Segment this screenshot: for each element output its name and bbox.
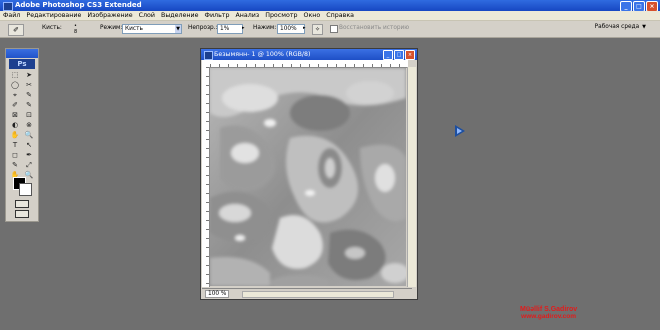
opacity-label: Непрозр.: (188, 25, 218, 31)
tools-panel: Ps ⬚ ➤ ◯ ✂ ⌖ ✎ ✐ ✎ ⊠ ⊡ ◐ ⊗ ✋ 🔍 T ↖ ◻ ✒ ✎… (5, 48, 39, 222)
opacity-arrow-icon[interactable]: ▸ (242, 25, 245, 31)
zoom-level[interactable]: 100 % (205, 290, 230, 298)
mode-select[interactable]: Кисть ▼ (122, 24, 182, 34)
quick-mask-icon[interactable] (15, 200, 29, 208)
workspace-button[interactable]: Рабочая среда ▼ (595, 24, 646, 30)
magic-wand-tool-icon[interactable]: ⌖ (8, 91, 22, 100)
menu-file[interactable]: Файл (0, 11, 23, 20)
document-minimize-button[interactable]: _ (383, 50, 393, 60)
menu-layer[interactable]: Слой (136, 11, 158, 20)
horizontal-ruler[interactable] (210, 60, 408, 68)
ruler-origin[interactable] (202, 60, 210, 67)
marquee-tool-icon[interactable]: ⬚ (8, 71, 22, 80)
flow-arrow-icon[interactable]: ▸ (303, 25, 306, 31)
healing-brush-tool-icon[interactable]: ✐ (8, 101, 22, 110)
background-color-swatch[interactable] (19, 183, 32, 196)
slice-tool-icon[interactable]: ✎ (22, 91, 36, 100)
blur-tool-icon[interactable]: 🔍 (22, 131, 36, 140)
menu-analysis[interactable]: Анализ (232, 11, 262, 20)
airbrush-icon[interactable]: ✧ (312, 24, 323, 35)
gradient-tool-icon[interactable]: ✋ (8, 131, 22, 140)
menu-window[interactable]: Окно (301, 11, 324, 20)
move-tool-icon[interactable]: ➤ (22, 71, 36, 80)
shape-tool-icon[interactable]: ◻ (8, 151, 22, 160)
mode-select-value: Кисть (125, 26, 143, 32)
menu-filter[interactable]: Фильтр (202, 11, 233, 20)
mode-label: Режим: (100, 25, 123, 31)
history-checkbox[interactable] (330, 25, 338, 33)
eraser-tool-icon[interactable]: ⊗ (22, 121, 36, 130)
document-canvas[interactable] (210, 68, 406, 286)
brush-label: Кисть: (42, 25, 62, 31)
crop-tool-icon[interactable]: ✂ (22, 81, 36, 90)
tools-panel-header[interactable] (6, 49, 38, 58)
menu-bar: Файл Редактирование Изображение Слой Выд… (0, 11, 660, 21)
path-selection-tool-icon[interactable]: ↖ (22, 141, 36, 150)
chevron-down-icon: ▼ (642, 24, 646, 30)
tool-preset-eraser-icon[interactable]: ✐ (8, 24, 24, 36)
type-tool-icon[interactable]: T (8, 141, 22, 150)
vertical-scrollbar[interactable] (407, 67, 416, 287)
menu-select[interactable]: Выделение (158, 11, 202, 20)
menu-image[interactable]: Изображение (84, 11, 135, 20)
document-close-button[interactable]: × (405, 50, 415, 60)
document-title: Безымянн- 1 @ 100% (RGB/8) (214, 51, 311, 58)
chevron-down-icon: ▼ (175, 25, 181, 33)
document-maximize-button[interactable]: □ (394, 50, 404, 60)
watermark-author: Müəllif S.Gadirov (520, 306, 578, 313)
menu-edit[interactable]: Редактирование (23, 11, 84, 20)
ps-logo: Ps (9, 59, 35, 69)
pen-tool-icon[interactable]: ✒ (22, 151, 36, 160)
author-watermark: Müəllif S.Gadirov www.gadirov.com (520, 306, 577, 320)
opacity-value: 1% (220, 26, 230, 32)
history-brush-tool-icon[interactable]: ⊡ (22, 111, 36, 120)
cursor-arrow-icon (455, 125, 465, 137)
history-label: Восстановить историю (339, 25, 410, 31)
app-title-bar: Adobe Photoshop CS3 Extended _ □ × (0, 0, 660, 12)
workspace-label: Рабочая среда (594, 24, 640, 30)
dodge-tool-icon[interactable]: ◐ (8, 121, 22, 130)
menu-help[interactable]: Справка (323, 11, 357, 20)
eyedropper-tool-icon[interactable]: ⤢ (22, 161, 36, 170)
document-status-bar: 100 % (202, 288, 412, 298)
document-title-bar[interactable]: Безымянн- 1 @ 100% (RGB/8) _ □ × (201, 49, 417, 60)
flow-input[interactable]: 100% (277, 24, 305, 34)
document-window-controls: _ □ × (383, 50, 415, 60)
app-title: Adobe Photoshop CS3 Extended (15, 1, 142, 9)
flow-label: Нажим: (253, 25, 277, 31)
screen-mode-icon[interactable] (15, 210, 29, 218)
menu-view[interactable]: Просмотр (262, 11, 300, 20)
options-bar: ✐ Кисть: • 8 Режим: Кисть ▼ Непрозр.: 1%… (0, 21, 660, 38)
canvas-image (210, 68, 406, 286)
opacity-input[interactable]: 1% (217, 24, 243, 34)
document-window: Безымянн- 1 @ 100% (RGB/8) _ □ × 100 % (200, 48, 418, 300)
lasso-tool-icon[interactable]: ◯ (8, 81, 22, 90)
notes-tool-icon[interactable]: ✎ (8, 161, 22, 170)
document-icon (204, 51, 213, 60)
vertical-ruler[interactable] (202, 67, 210, 287)
horizontal-scrollbar[interactable] (242, 291, 394, 298)
photoshop-logo-icon (3, 2, 13, 11)
stamp-tool-icon[interactable]: ⊠ (8, 111, 22, 120)
flow-value: 100% (280, 26, 297, 32)
brush-size[interactable]: 8 (74, 29, 77, 35)
brush-tool-icon[interactable]: ✎ (22, 101, 36, 110)
watermark-url: www.gadirov.com (521, 313, 577, 320)
tool-grid: ⬚ ➤ ◯ ✂ ⌖ ✎ ✐ ✎ ⊠ ⊡ ◐ ⊗ ✋ 🔍 T ↖ ◻ ✒ ✎ ⤢ … (8, 71, 36, 180)
